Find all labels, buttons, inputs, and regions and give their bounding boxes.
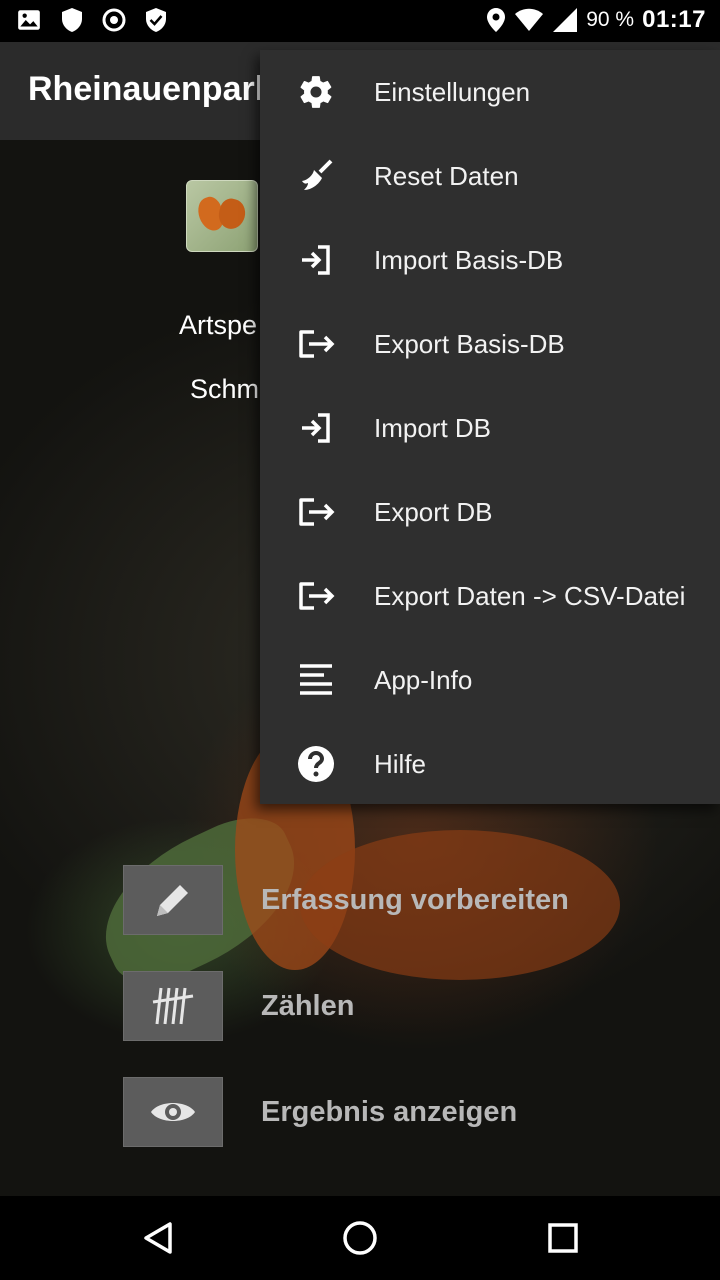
- count-label: Zählen: [261, 989, 355, 1022]
- eye-icon: [151, 1103, 195, 1121]
- results-label: Ergebnis anzeigen: [261, 1095, 518, 1128]
- gear-icon: [300, 76, 332, 108]
- recents-button[interactable]: [541, 1216, 585, 1260]
- menu-label-import-basis-db: Import Basis-DB: [374, 244, 564, 275]
- navigation-bar: [0, 1196, 720, 1280]
- prepare-label: Erfassung vorbereiten: [261, 883, 569, 916]
- help-icon: [298, 746, 334, 782]
- results-button[interactable]: [123, 1077, 223, 1147]
- status-bar-system: 90 % 01:17: [486, 6, 706, 34]
- menu-label-import-db: Import DB: [374, 412, 492, 443]
- species-thumbnail[interactable]: [186, 180, 258, 252]
- text-lines-icon: [300, 664, 332, 695]
- menu-label-help: Hilfe: [374, 748, 427, 779]
- home-button[interactable]: [338, 1216, 382, 1260]
- species-label: Artspe: [179, 310, 258, 340]
- back-button[interactable]: [136, 1216, 180, 1260]
- menu-item-help[interactable]: Hilfe: [260, 722, 720, 806]
- recents-icon: [548, 1223, 578, 1253]
- import-icon: [302, 413, 330, 443]
- menu-item-reset-data[interactable]: Reset Daten: [260, 134, 720, 218]
- tally-icon: [152, 987, 194, 1025]
- export-icon: [299, 498, 335, 526]
- menu-item-export-basis-db[interactable]: Export Basis-DB: [260, 302, 720, 386]
- menu-item-export-csv[interactable]: Export Daten -> CSV-Datei: [260, 554, 720, 638]
- menu-label-export-db: Export DB: [374, 496, 493, 527]
- pencil-icon: [157, 885, 188, 916]
- shield-icon: [62, 8, 82, 32]
- status-bar: 90 % 01:17: [0, 0, 720, 42]
- menu-item-import-basis-db[interactable]: Import Basis-DB: [260, 218, 720, 302]
- menu-label-app-info: App-Info: [374, 664, 473, 695]
- wifi-icon: [515, 8, 544, 31]
- battery-percent: 90 %: [586, 8, 635, 31]
- back-icon: [144, 1222, 172, 1254]
- action-prepare[interactable]: Erfassung vorbereiten: [123, 865, 703, 935]
- action-results[interactable]: Ergebnis anzeigen: [123, 1077, 703, 1147]
- menu-item-import-db[interactable]: Import DB: [260, 386, 720, 470]
- species-name: Schm: [190, 374, 260, 404]
- import-icon: [302, 245, 330, 275]
- shield-check-icon: [146, 8, 166, 32]
- status-bar-notifications: [16, 7, 168, 33]
- location-icon: [487, 8, 506, 32]
- app-title: Rheinauenpark: [28, 70, 274, 108]
- menu-item-app-info[interactable]: App-Info: [260, 638, 720, 722]
- cell-signal-icon: [553, 8, 578, 32]
- target-icon: [102, 8, 126, 32]
- export-icon: [299, 582, 335, 610]
- action-count[interactable]: Zählen: [123, 971, 703, 1041]
- menu-label-settings: Einstellungen: [374, 76, 531, 107]
- clock: 01:17: [642, 6, 706, 33]
- overflow-menu: Einstellungen Reset Daten Import Basis-D…: [260, 50, 720, 804]
- count-button[interactable]: [123, 971, 223, 1041]
- menu-label-export-csv: Export Daten -> CSV-Datei: [374, 580, 686, 611]
- image-icon: [18, 10, 40, 30]
- prepare-button[interactable]: [123, 865, 223, 935]
- menu-label-export-basis-db: Export Basis-DB: [374, 328, 565, 359]
- export-icon: [299, 330, 335, 358]
- menu-label-reset-data: Reset Daten: [374, 160, 519, 191]
- home-icon: [343, 1221, 377, 1255]
- broom-icon: [302, 159, 333, 190]
- menu-item-settings[interactable]: Einstellungen: [260, 50, 720, 134]
- menu-item-export-db[interactable]: Export DB: [260, 470, 720, 554]
